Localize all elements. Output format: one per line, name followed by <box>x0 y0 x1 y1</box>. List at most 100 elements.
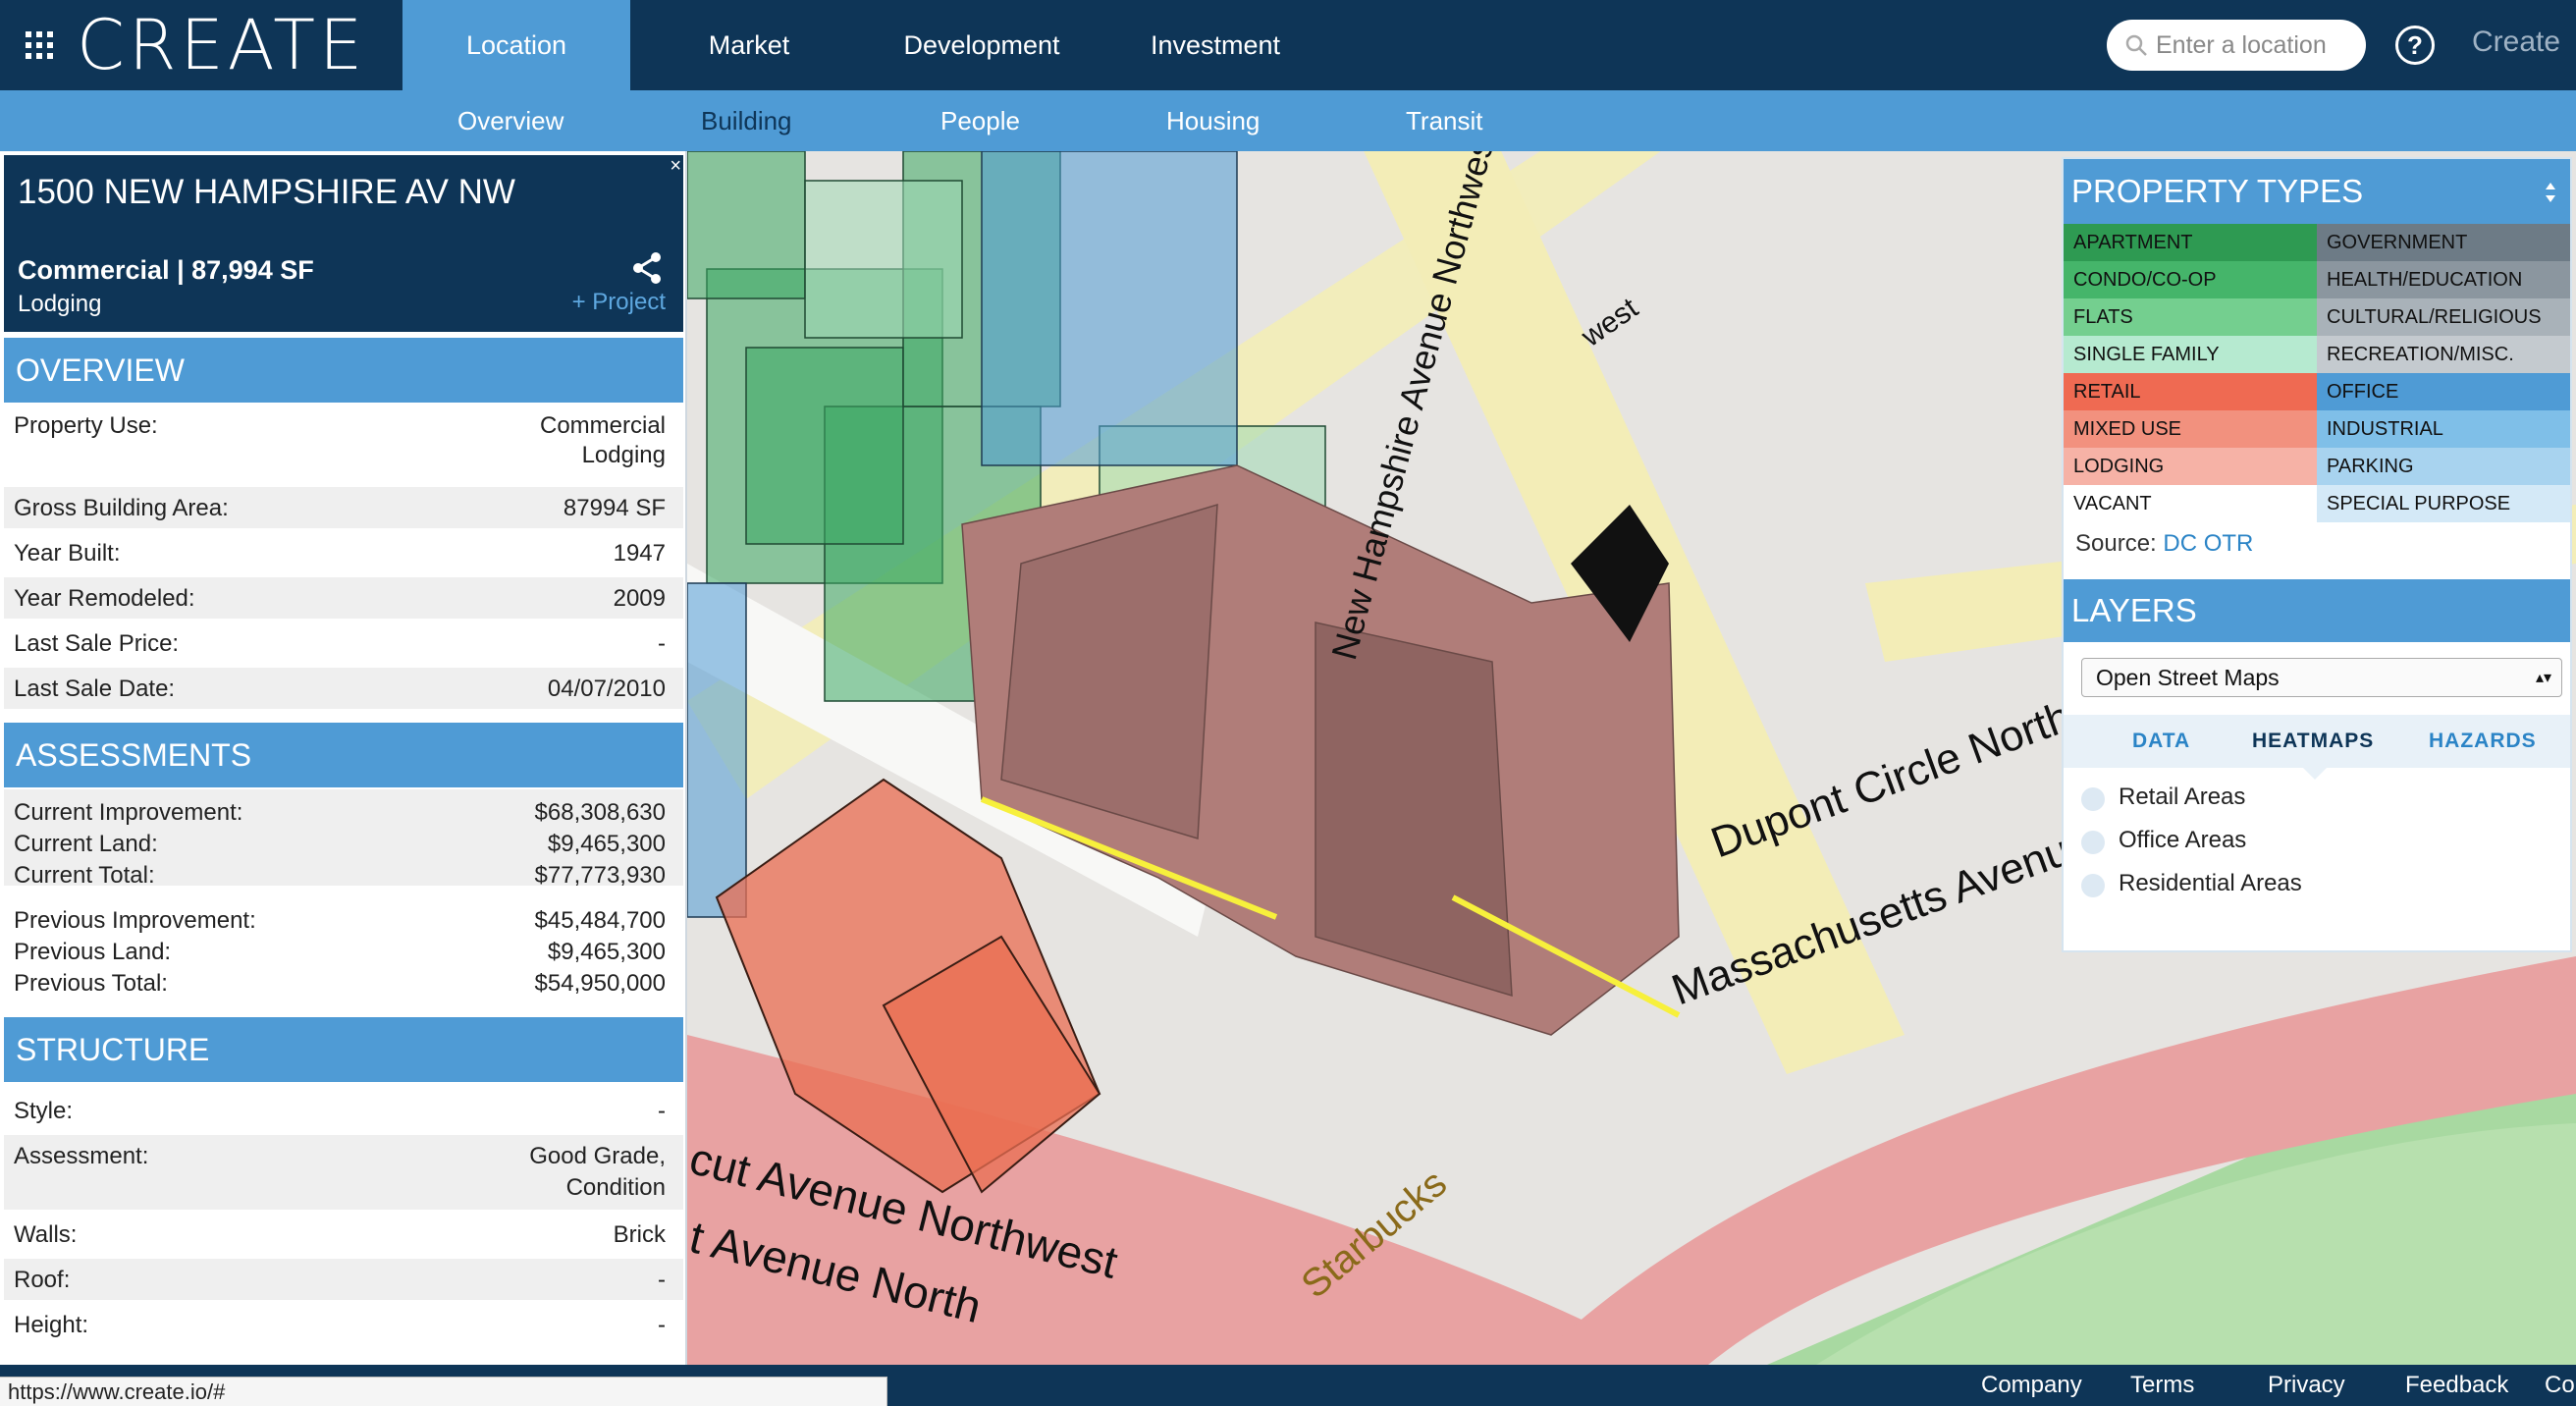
sort-arrows-icon[interactable] <box>2545 181 2556 204</box>
layers-tab-data[interactable]: DATA <box>2132 715 2190 768</box>
nav-tab-market[interactable]: Market <box>668 0 831 90</box>
row-value: - <box>658 630 666 657</box>
footer-link-terms[interactable]: Terms <box>2130 1365 2194 1406</box>
row-value: - <box>658 1098 666 1124</box>
structure-row-style: Style: - <box>4 1090 683 1131</box>
heatmap-label-office[interactable]: Office Areas <box>2119 827 2246 854</box>
footer-link-privacy[interactable]: Privacy <box>2268 1365 2345 1406</box>
basemap-value: Open Street Maps <box>2096 664 2280 690</box>
legend-apartment[interactable]: APARTMENT <box>2064 224 2317 261</box>
legend-special-purpose[interactable]: SPECIAL PURPOSE <box>2317 485 2570 522</box>
add-project-link[interactable]: + Project <box>572 289 666 316</box>
assessment-row-current-total: Current Total: $77,773,930 <box>4 862 683 892</box>
subnav-tab-people[interactable]: People <box>940 90 1020 151</box>
layers-tab-hazards[interactable]: HAZARDS <box>2429 715 2537 768</box>
row-value: 2009 <box>613 585 666 612</box>
legend-flats[interactable]: FLATS <box>2064 298 2317 336</box>
radio-office-areas[interactable] <box>2081 831 2105 854</box>
heatmap-label-retail[interactable]: Retail Areas <box>2119 784 2245 811</box>
row-label: Last Sale Date: <box>14 676 176 702</box>
assessment-row-previous-total: Previous Total: $54,950,000 <box>4 970 683 1000</box>
subnav-tab-overview[interactable]: Overview <box>457 90 564 151</box>
row-label: Year Remodeled: <box>14 585 195 612</box>
row-value-2: Lodging <box>581 442 666 468</box>
assessment-row-previous-land: Previous Land: $9,465,300 <box>4 939 683 968</box>
row-value: 87994 SF <box>563 495 666 521</box>
nav-tab-development[interactable]: Development <box>884 0 1080 90</box>
footer-link-feedback[interactable]: Feedback <box>2405 1365 2508 1406</box>
overview-row-gba: Gross Building Area: 87994 SF <box>4 487 683 528</box>
radio-retail-areas[interactable] <box>2081 787 2105 811</box>
source-label: Source: <box>2075 530 2157 557</box>
structure-section-title: STRUCTURE <box>4 1017 683 1082</box>
subnav-tab-housing[interactable]: Housing <box>1166 90 1260 151</box>
overview-row-year-remodeled: Year Remodeled: 2009 <box>4 577 683 619</box>
legend-recreation-misc[interactable]: RECREATION/MISC. <box>2317 336 2570 373</box>
overview-row-property-use: Property Use: Commercial Lodging <box>4 403 683 468</box>
legend-mixed-use[interactable]: MIXED USE <box>2064 410 2317 448</box>
subnav-tab-building[interactable]: Building <box>701 90 792 151</box>
overview-row-last-sale-date: Last Sale Date: 04/07/2010 <box>4 668 683 709</box>
nav-tab-investment[interactable]: Investment <box>1129 0 1302 90</box>
property-detail-panel: 1500 NEW HAMPSHIRE AV NW Commercial | 87… <box>0 151 687 1365</box>
legend-cultural-religious[interactable]: CULTURAL/RELIGIOUS <box>2317 298 2570 336</box>
search-placeholder: Enter a location <box>2156 30 2327 59</box>
subnav-tab-transit[interactable]: Transit <box>1406 90 1483 151</box>
close-icon[interactable]: × <box>670 155 681 178</box>
row-label: Last Sale Price: <box>14 630 180 657</box>
legend-lodging[interactable]: LODGING <box>2064 448 2317 485</box>
row-label: Current Land: <box>14 831 158 857</box>
overview-section-title: OVERVIEW <box>4 338 683 403</box>
share-icon[interactable] <box>630 251 664 285</box>
row-value: 1947 <box>613 540 666 567</box>
legend-retail[interactable]: RETAIL <box>2064 373 2317 410</box>
legend-health-education[interactable]: HEALTH/EDUCATION <box>2317 261 2570 298</box>
row-value: Commercial <box>539 412 666 439</box>
row-value: $45,484,700 <box>534 907 666 934</box>
search-icon <box>2125 34 2147 56</box>
layers-tab-heatmaps[interactable]: HEATMAPS <box>2252 715 2374 768</box>
row-label: Year Built: <box>14 540 121 567</box>
help-icon[interactable]: ? <box>2395 26 2435 65</box>
create-link[interactable]: Create <box>2472 26 2560 59</box>
structure-row-assessment: Assessment: Good Grade, Condition <box>4 1135 683 1210</box>
row-label: Gross Building Area: <box>14 495 229 521</box>
radio-residential-areas[interactable] <box>2081 874 2105 897</box>
assessment-row-current-improvement: Current Improvement: $68,308,630 <box>4 799 683 829</box>
property-address: 1500 NEW HAMPSHIRE AV NW <box>18 173 515 211</box>
legend-government[interactable]: GOVERNMENT <box>2317 224 2570 261</box>
row-value: - <box>658 1312 666 1338</box>
legend-office[interactable]: OFFICE <box>2317 373 2570 410</box>
legend-vacant[interactable]: VACANT <box>2064 485 2317 522</box>
legend-industrial[interactable]: INDUSTRIAL <box>2317 410 2570 448</box>
source-link[interactable]: DC OTR <box>2163 530 2253 557</box>
apps-grid-icon[interactable] <box>26 31 53 59</box>
heatmap-label-residential[interactable]: Residential Areas <box>2119 870 2302 897</box>
legend-condo-coop[interactable]: CONDO/CO-OP <box>2064 261 2317 298</box>
row-label: Previous Land: <box>14 939 172 965</box>
location-search[interactable]: Enter a location <box>2107 20 2366 71</box>
row-value: $54,950,000 <box>534 970 666 997</box>
sub-nav-bar <box>0 90 2576 151</box>
brand-logo[interactable]: CREATE <box>77 6 366 84</box>
row-label: Previous Total: <box>14 970 168 997</box>
assessments-section-title: ASSESSMENTS <box>4 723 683 787</box>
row-value-2: Condition <box>565 1174 666 1201</box>
active-tab-pointer <box>2301 766 2329 780</box>
footer-link-company[interactable]: Company <box>1981 1365 2082 1406</box>
assessment-row-previous-improvement: Previous Improvement: $45,484,700 <box>4 907 683 937</box>
assessment-row-current-land: Current Land: $9,465,300 <box>4 831 683 860</box>
property-subtype: Lodging <box>18 291 102 317</box>
logo-area[interactable]: CREATE <box>0 0 402 90</box>
nav-tab-location[interactable]: Location <box>402 0 630 90</box>
row-label: Walls: <box>14 1221 78 1248</box>
row-label: Current Total: <box>14 862 155 889</box>
overview-row-year-built: Year Built: 1947 <box>4 532 683 573</box>
footer-link-contact[interactable]: Co <box>2545 1365 2575 1406</box>
legend-parking[interactable]: PARKING <box>2317 448 2570 485</box>
row-label: Height: <box>14 1312 89 1338</box>
basemap-select[interactable]: Open Street Maps ▴▾ <box>2081 658 2562 697</box>
property-types-title[interactable]: PROPERTY TYPES <box>2064 159 2570 224</box>
data-source: Source: DC OTR <box>2075 530 2253 558</box>
legend-single-family[interactable]: SINGLE FAMILY <box>2064 336 2317 373</box>
